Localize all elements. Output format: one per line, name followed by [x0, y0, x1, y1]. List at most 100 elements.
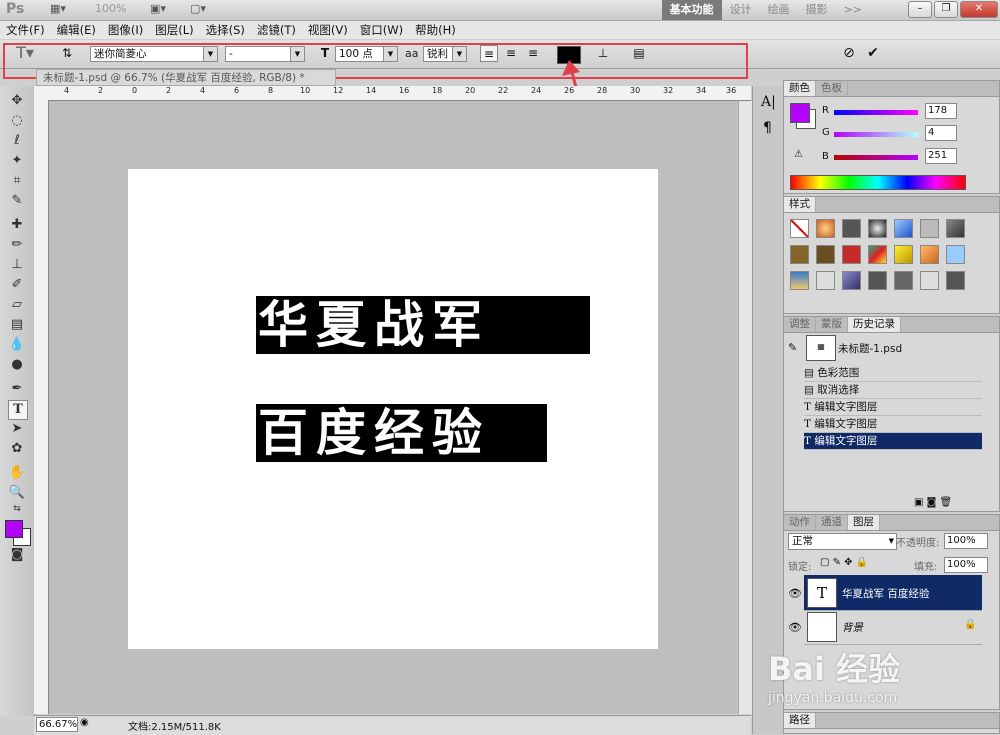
color-spectrum-ramp[interactable] [790, 175, 966, 190]
tab-channels[interactable]: 通道 [816, 515, 848, 530]
foreground-color-swatch[interactable] [5, 520, 23, 538]
style-swatch[interactable] [894, 219, 913, 238]
blend-mode-select[interactable]: 正常 ▼ [788, 533, 897, 550]
minimize-icon[interactable]: – [908, 1, 932, 18]
blue-value-input[interactable]: 251 [925, 148, 957, 164]
screen-mode-icon[interactable]: ▢▾ [190, 2, 206, 16]
tab-layers[interactable]: 图层 [848, 515, 880, 530]
check-icon[interactable]: ✔ [864, 45, 882, 62]
style-none-swatch[interactable] [790, 219, 809, 238]
character-panel-icon[interactable]: A| [761, 94, 776, 110]
green-value-input[interactable]: 4 [925, 125, 957, 141]
menu-edit[interactable]: 编辑(E) [51, 22, 102, 38]
eye-icon[interactable]: 👁 [788, 621, 802, 634]
history-item-edit-text-current[interactable]: T 编辑文字图层 [804, 433, 982, 450]
text-layer-line-1[interactable]: 华夏战军 [256, 296, 590, 354]
lock-icons[interactable]: ▢ ✎ ✥ 🔒 [820, 557, 868, 568]
red-slider[interactable] [834, 110, 918, 115]
style-swatch[interactable] [868, 219, 887, 238]
history-item-edit-text[interactable]: T 编辑文字图层 [804, 399, 982, 416]
workspace-more[interactable]: >> [836, 0, 870, 20]
style-swatch[interactable] [816, 271, 835, 290]
dodge-tool-icon[interactable]: ● [8, 356, 26, 374]
stamp-tool-icon[interactable]: ⊥ [8, 256, 26, 274]
style-swatch[interactable] [842, 245, 861, 264]
menu-filter[interactable]: 滤镜(T) [251, 22, 302, 38]
green-slider[interactable] [834, 132, 918, 137]
menu-layer[interactable]: 图层(L) [149, 22, 199, 38]
style-swatch[interactable] [920, 245, 939, 264]
style-swatch[interactable] [946, 219, 965, 238]
shape-tool-icon[interactable]: ✿ [8, 440, 26, 458]
opacity-input[interactable]: 100% [944, 533, 988, 549]
red-value-input[interactable]: 178 [925, 103, 957, 119]
hand-tool-icon[interactable]: ✋ [8, 464, 26, 482]
history-item-edit-text[interactable]: T 编辑文字图层 [804, 416, 982, 433]
style-swatch[interactable] [868, 271, 887, 290]
menu-image[interactable]: 图像(I) [102, 22, 149, 38]
document-tab[interactable]: 未标题-1.psd @ 66.7% (华夏战军 百度经验, RGB/8) * [36, 69, 336, 86]
layer-row-background[interactable]: 背景 🔒 [804, 609, 982, 645]
lasso-tool-icon[interactable]: ℓ [8, 132, 26, 150]
magic-wand-tool-icon[interactable]: ✦ [8, 152, 26, 170]
brush-tool-icon[interactable]: ✏ [8, 236, 26, 254]
menu-help[interactable]: 帮助(H) [409, 22, 462, 38]
layer-row-text[interactable]: T 华夏战军 百度经验 [804, 575, 982, 611]
style-swatch[interactable] [920, 271, 939, 290]
style-swatch[interactable] [946, 245, 965, 264]
style-swatch[interactable] [868, 245, 887, 264]
tab-adjustments[interactable]: 调整 [784, 317, 816, 332]
crop-tool-icon[interactable]: ⌗ [8, 172, 26, 190]
history-item-color-range[interactable]: ▤ 色彩范围 [804, 365, 982, 382]
workspace-essentials[interactable]: 基本功能 [661, 0, 722, 20]
menu-select[interactable]: 选择(S) [200, 22, 251, 38]
style-swatch[interactable] [790, 245, 809, 264]
style-swatch[interactable] [790, 271, 809, 290]
bridge-icon[interactable]: ▦▾ [50, 2, 66, 16]
fill-input[interactable]: 100% [944, 557, 988, 573]
tab-history[interactable]: 历史记录 [848, 317, 901, 332]
tab-masks[interactable]: 蒙版 [816, 317, 848, 332]
color-panel-fg-swatch[interactable] [790, 103, 810, 123]
tab-paths[interactable]: 路径 [784, 713, 816, 728]
blue-slider[interactable] [834, 155, 918, 160]
style-swatch[interactable] [894, 245, 913, 264]
zoom-level-dropdown[interactable]: 100% [95, 2, 126, 16]
type-tool-icon[interactable]: T [8, 400, 28, 420]
menu-view[interactable]: 视图(V) [302, 22, 354, 38]
restore-icon[interactable]: ❐ [934, 1, 958, 18]
healing-brush-tool-icon[interactable]: ✚ [8, 216, 26, 234]
snapshot-name[interactable]: 未标题-1.psd [838, 341, 902, 356]
style-swatch[interactable] [946, 271, 965, 290]
tab-color[interactable]: 颜色 [784, 81, 816, 96]
gamut-warning-icon[interactable]: ⚠ [794, 149, 803, 160]
style-swatch[interactable] [920, 219, 939, 238]
tab-styles[interactable]: 样式 [784, 197, 816, 212]
pen-tool-icon[interactable]: ✒ [8, 380, 26, 398]
vertical-scrollbar[interactable] [738, 101, 752, 714]
swap-colors-icon[interactable]: ⇆ [8, 500, 26, 518]
marquee-tool-icon[interactable]: ◌ [8, 112, 26, 130]
cancel-icon[interactable]: ⊘ [840, 45, 858, 62]
move-tool-icon[interactable]: ✥ [8, 92, 26, 110]
text-layer-line-2[interactable]: 百度经验 [256, 404, 547, 462]
menu-window[interactable]: 窗口(W) [354, 22, 409, 38]
path-selection-tool-icon[interactable]: ➤ [8, 420, 26, 438]
history-footer-icons[interactable]: ▣ ◙ 🗑 [914, 497, 952, 508]
workspace-painting[interactable]: 绘画 [760, 0, 798, 20]
quick-mask-icon[interactable]: ◙ [8, 546, 26, 564]
snapshot-thumbnail[interactable]: ▦ [806, 335, 836, 361]
tab-swatches[interactable]: 色板 [816, 81, 848, 96]
paragraph-panel-icon[interactable]: ¶ [763, 120, 772, 136]
style-swatch[interactable] [842, 219, 861, 238]
arrange-documents-icon[interactable]: ▣▾ [150, 2, 166, 16]
history-item-deselect[interactable]: ▤ 取消选择 [804, 382, 982, 399]
style-swatch[interactable] [842, 271, 861, 290]
brush-source-icon[interactable]: ✎ [788, 341, 797, 354]
history-brush-tool-icon[interactable]: ✐ [8, 276, 26, 294]
close-icon[interactable]: ✕ [960, 1, 998, 18]
style-swatch[interactable] [816, 245, 835, 264]
workspace-design[interactable]: 设计 [722, 0, 760, 20]
menu-file[interactable]: 文件(F) [0, 22, 51, 38]
eraser-tool-icon[interactable]: ▱ [8, 296, 26, 314]
